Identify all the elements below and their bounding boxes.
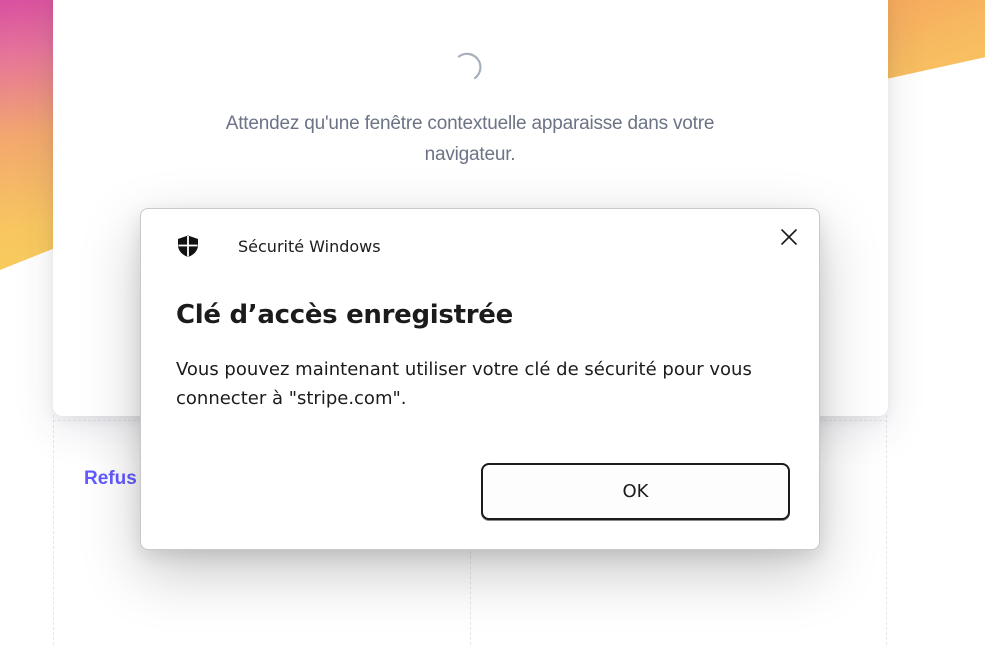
refuse-link[interactable]: Refus bbox=[84, 468, 137, 490]
dialog-heading: Clé d’accès enregistrée bbox=[176, 300, 513, 330]
dialog-message: Vous pouvez maintenant utiliser votre cl… bbox=[176, 359, 752, 409]
dialog-app-title: Sécurité Windows bbox=[238, 237, 381, 256]
background-gradient-left bbox=[0, 0, 60, 270]
close-icon[interactable] bbox=[775, 223, 803, 251]
wait-message: Attendez qu'une fenêtre contextuelle app… bbox=[225, 113, 715, 165]
loading-spinner-icon bbox=[457, 52, 482, 80]
background-gradient-right bbox=[885, 0, 985, 80]
ok-button[interactable]: OK bbox=[481, 463, 790, 520]
windows-security-dialog: Sécurité Windows Clé d’accès enregistrée… bbox=[140, 208, 820, 550]
shield-icon bbox=[178, 235, 198, 257]
layout-guide-left bbox=[53, 415, 54, 645]
layout-guide-right bbox=[886, 415, 887, 645]
